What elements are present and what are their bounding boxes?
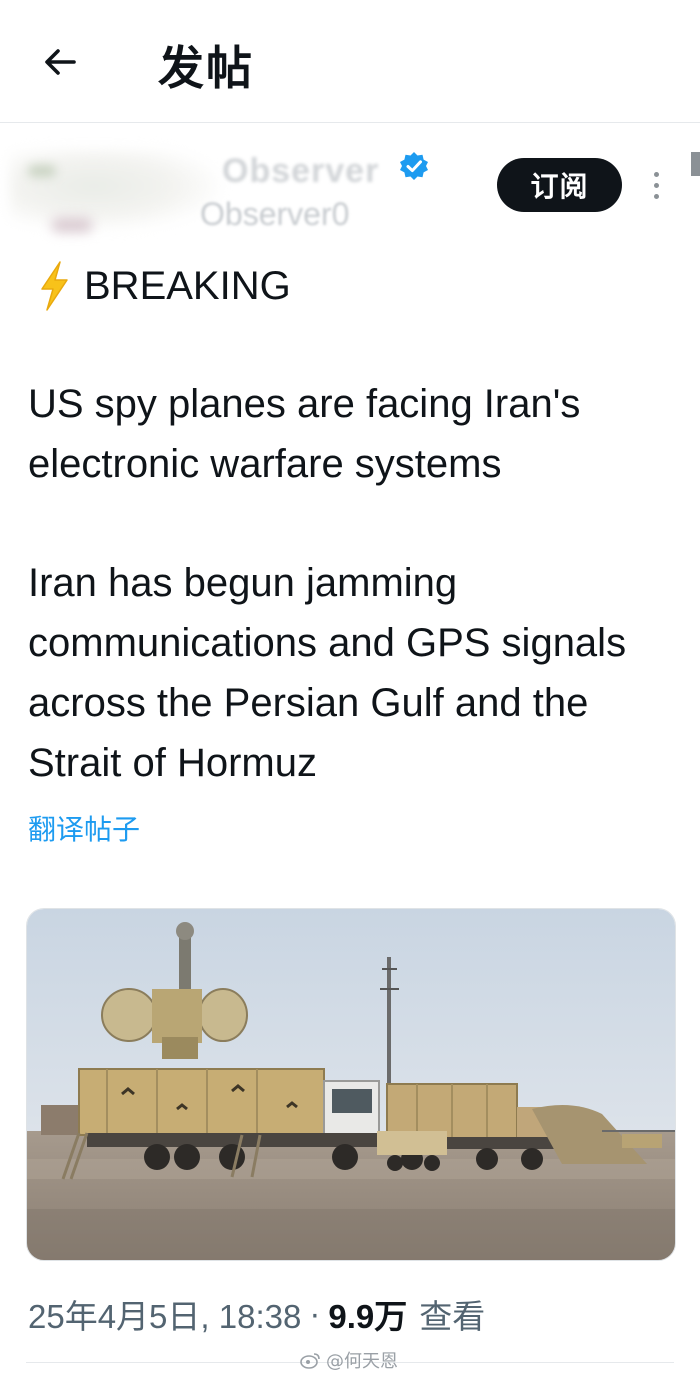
arrow-left-icon [45,49,76,75]
avatar-blur-patch [28,165,56,177]
author-display-name[interactable]: Observer [222,152,379,191]
top-bar: 发帖 [0,0,700,123]
avatar-blur-patch [52,218,92,232]
translate-post-link[interactable]: 翻译帖子 [28,808,140,848]
tweet-media-image[interactable] [26,908,676,1261]
weibo-logo-icon [300,1353,320,1369]
scrollbar-thumb[interactable] [691,152,700,176]
tweet-metadata: 25年4月5日, 18:38 · 9.9万 查看 [28,1290,485,1338]
subscribe-button[interactable]: 订阅 [497,158,622,212]
author-handle[interactable]: Observer0 [200,196,349,233]
watermark-text: @何天恩 [326,1351,398,1372]
more-vertical-icon [653,182,659,188]
separator: · [309,1295,321,1332]
back-button[interactable] [34,36,86,88]
avatar[interactable] [10,150,220,230]
breaking-line: BREAKING [36,258,291,314]
page-title: 发帖 [158,41,254,95]
more-vertical-icon [653,171,659,177]
military-trucks-photo [27,909,675,1260]
tweet-text-paragraph: Iran has begun jamming communications an… [28,561,627,785]
breaking-label: BREAKING [84,263,291,308]
lightning-bolt-icon [41,261,68,311]
timestamp: 25年4月5日, 18:38 [28,1298,302,1335]
verified-badge-icon [400,152,428,180]
more-options-button[interactable] [642,165,670,205]
views-label: 查看 [419,1298,486,1335]
more-vertical-icon [653,193,659,199]
views-count: 9.9万 [328,1298,408,1335]
tweet-text-paragraph: US spy planes are facing Iran's electron… [28,382,581,486]
watermark: @何天恩 [300,1347,398,1373]
